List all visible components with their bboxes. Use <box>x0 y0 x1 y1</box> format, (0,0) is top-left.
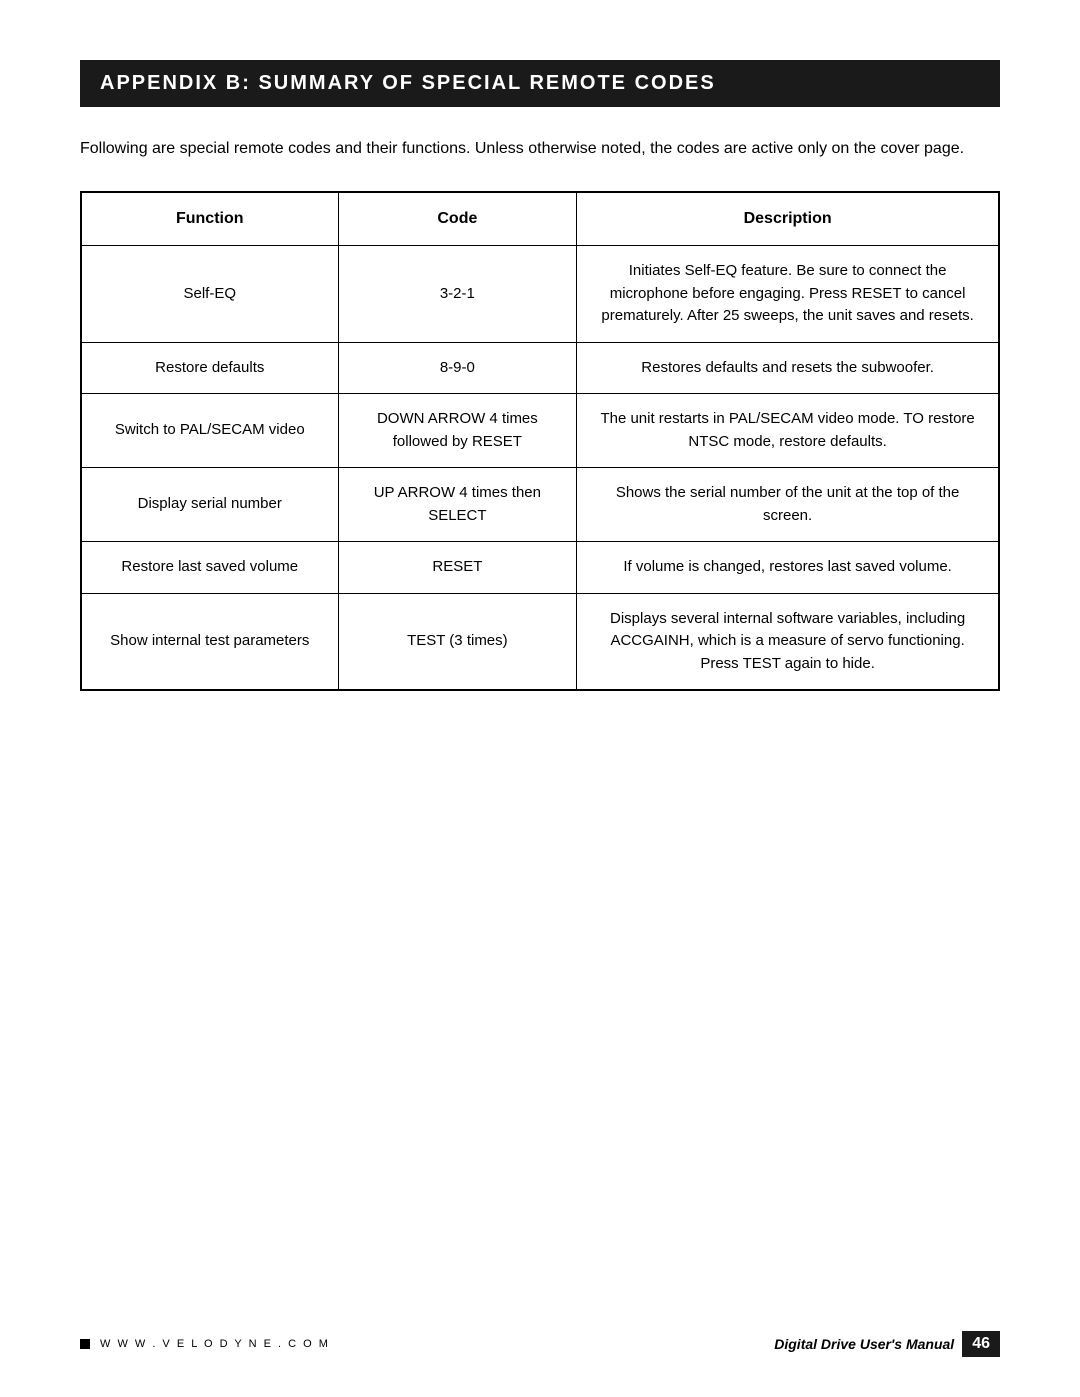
footer-square-icon <box>80 1339 90 1349</box>
cell-description-2: The unit restarts in PAL/SECAM video mod… <box>577 394 999 468</box>
cell-code-4: RESET <box>338 542 577 594</box>
remote-codes-table: Function Code Description Self-EQ3-2-1In… <box>80 191 1000 691</box>
header-code: Code <box>338 192 577 246</box>
table-row: Switch to PAL/SECAM videoDOWN ARROW 4 ti… <box>81 394 999 468</box>
cell-function-5: Show internal test parameters <box>81 593 338 690</box>
footer-website: W W W . V E L O D Y N E . C O M <box>100 1338 330 1350</box>
table-row: Restore last saved volumeRESETIf volume … <box>81 542 999 594</box>
table-row: Self-EQ3-2-1Initiates Self-EQ feature. B… <box>81 246 999 343</box>
cell-code-1: 8-9-0 <box>338 342 577 394</box>
cell-code-0: 3-2-1 <box>338 246 577 343</box>
cell-description-4: If volume is changed, restores last save… <box>577 542 999 594</box>
cell-function-3: Display serial number <box>81 468 338 542</box>
page-footer: W W W . V E L O D Y N E . C O M Digital … <box>80 1331 1000 1357</box>
cell-description-1: Restores defaults and resets the subwoof… <box>577 342 999 394</box>
footer-page-number: 46 <box>962 1331 1000 1357</box>
table-row: Restore defaults8-9-0Restores defaults a… <box>81 342 999 394</box>
cell-code-2: DOWN ARROW 4 times followed by RESET <box>338 394 577 468</box>
header-description: Description <box>577 192 999 246</box>
page-container: Appendix B: Summary of Special Remote Co… <box>0 0 1080 1397</box>
footer-right: Digital Drive User's Manual 46 <box>774 1331 1000 1357</box>
intro-text: Following are special remote codes and t… <box>80 137 1000 161</box>
cell-code-5: TEST (3 times) <box>338 593 577 690</box>
header-function: Function <box>81 192 338 246</box>
footer-manual-label: Digital Drive User's Manual <box>774 1336 954 1352</box>
table-row: Show internal test parametersTEST (3 tim… <box>81 593 999 690</box>
cell-code-3: UP ARROW 4 times then SELECT <box>338 468 577 542</box>
cell-function-0: Self-EQ <box>81 246 338 343</box>
appendix-title: Appendix B: Summary of Special Remote Co… <box>80 60 1000 107</box>
table-header-row: Function Code Description <box>81 192 999 246</box>
cell-function-4: Restore last saved volume <box>81 542 338 594</box>
cell-description-5: Displays several internal software varia… <box>577 593 999 690</box>
table-row: Display serial numberUP ARROW 4 times th… <box>81 468 999 542</box>
footer-left: W W W . V E L O D Y N E . C O M <box>80 1338 330 1350</box>
cell-description-0: Initiates Self-EQ feature. Be sure to co… <box>577 246 999 343</box>
cell-function-1: Restore defaults <box>81 342 338 394</box>
cell-description-3: Shows the serial number of the unit at t… <box>577 468 999 542</box>
cell-function-2: Switch to PAL/SECAM video <box>81 394 338 468</box>
